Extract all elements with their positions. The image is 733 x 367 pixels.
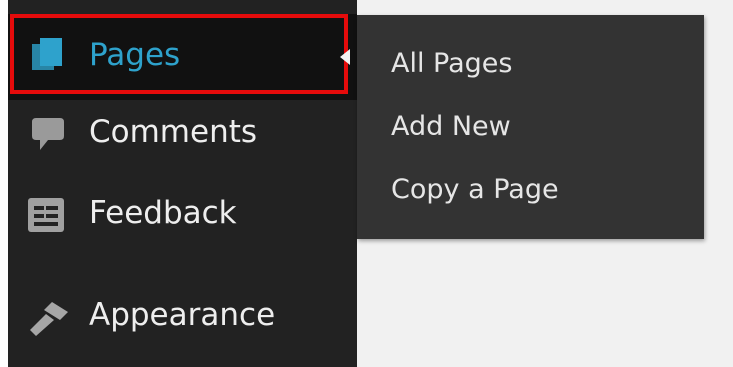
- sidebar-item-appearance-label: Appearance: [89, 297, 276, 333]
- sidebar-item-comments-label: Comments: [89, 114, 258, 150]
- submenu-item-add-new[interactable]: Add New: [391, 113, 511, 140]
- pages-submenu: All Pages Add New Copy a Page: [357, 15, 704, 239]
- left-border: [0, 0, 8, 367]
- submenu-pointer-arrow: [340, 49, 350, 65]
- submenu-item-copy-a-page[interactable]: Copy a Page: [391, 176, 559, 203]
- feedback-icon: [28, 198, 64, 232]
- appearance-icon: [30, 302, 68, 336]
- highlight-box: [10, 14, 348, 94]
- comments-icon: [32, 118, 64, 150]
- sidebar-item-feedback-label: Feedback: [89, 195, 237, 231]
- submenu-item-all-pages[interactable]: All Pages: [391, 50, 513, 77]
